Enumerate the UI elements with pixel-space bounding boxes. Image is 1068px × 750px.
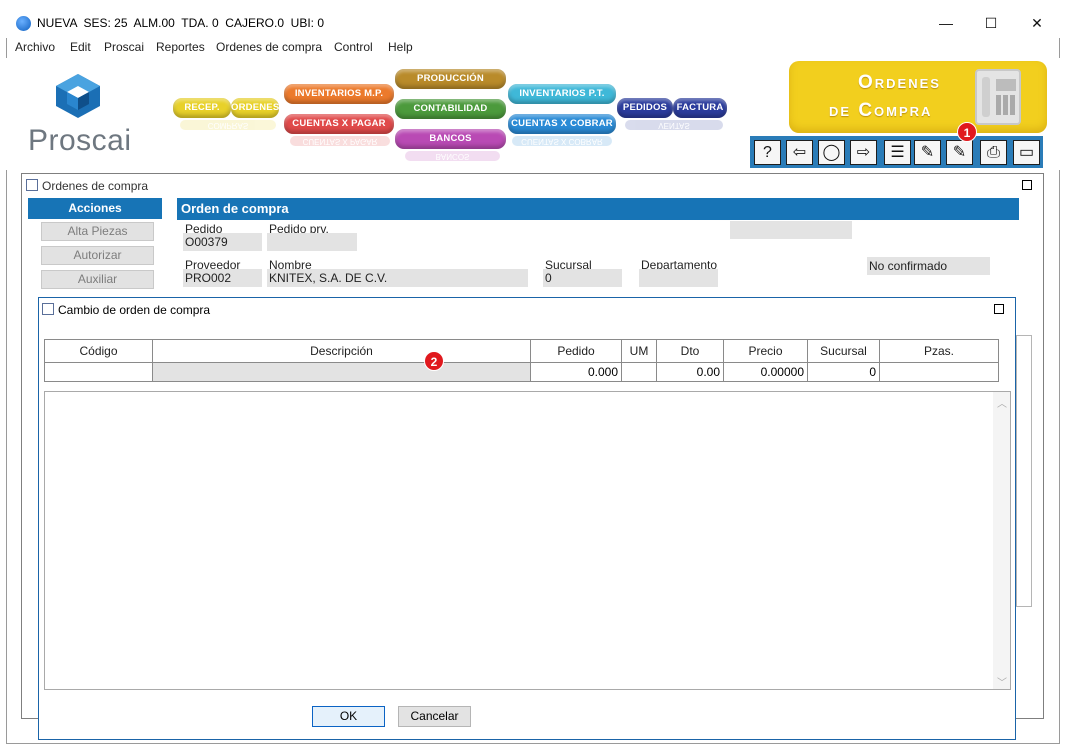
- telephone-icon: [975, 69, 1021, 125]
- edit-icon[interactable]: ✎: [946, 140, 973, 165]
- bancos-reflection: BANCOS: [405, 151, 500, 161]
- list-icon[interactable]: ☰: [884, 140, 911, 165]
- menu-control[interactable]: Control: [334, 40, 373, 54]
- module-inventarios-mp-button[interactable]: INVENTARIOS M.P.: [284, 84, 394, 104]
- ventas-reflection: VENTAS: [625, 120, 723, 130]
- cell-descripcion[interactable]: [152, 362, 531, 382]
- col-codigo: Código: [44, 339, 153, 363]
- cell-pedido[interactable]: 0.000: [530, 362, 622, 382]
- window-icon[interactable]: ▭: [1013, 140, 1040, 165]
- callout-badge-1: 1: [957, 122, 977, 142]
- cuentas-pagar-reflection: CUENTAS X PAGAR: [290, 136, 390, 146]
- module-pedidos-button[interactable]: PEDIDOS: [617, 98, 673, 118]
- ok-button[interactable]: OK: [312, 706, 385, 727]
- scroll-down-icon[interactable]: ﹀: [997, 674, 1007, 689]
- cell-um[interactable]: [621, 362, 657, 382]
- blank-field: [730, 221, 852, 239]
- menu-bar: Archivo Edit Proscai Reportes Ordenes de…: [6, 38, 1060, 58]
- dialog-maximize-icon[interactable]: [994, 304, 1004, 314]
- proveedor-field[interactable]: PRO002: [183, 269, 262, 287]
- pedido-field[interactable]: O00379: [183, 233, 262, 251]
- status-field: No confirmado: [867, 257, 990, 275]
- module-cuentas-pagar-button[interactable]: CUENTAS X PAGAR: [284, 114, 394, 134]
- cell-precio[interactable]: 0.00000: [723, 362, 808, 382]
- background-list-scrollbar: [1016, 335, 1032, 607]
- compras-reflection: COMPRAS: [180, 120, 276, 130]
- edit-list-icon[interactable]: ✎: [914, 140, 941, 165]
- minimize-button[interactable]: —: [931, 12, 961, 34]
- dialog-title: Cambio de orden de compra: [58, 303, 211, 317]
- module-ordenes-button[interactable]: ORDENES: [231, 98, 279, 118]
- auxiliar-button[interactable]: Auxiliar: [41, 270, 154, 289]
- table-header-row: Código Descripción Pedido UM Dto Precio …: [44, 339, 999, 363]
- menu-help[interactable]: Help: [388, 40, 413, 54]
- cancel-button[interactable]: Cancelar: [398, 706, 471, 727]
- menu-proscai[interactable]: Proscai: [104, 40, 144, 54]
- close-button[interactable]: ✕: [1022, 12, 1052, 34]
- module-recep-button[interactable]: RECEP.: [173, 98, 231, 118]
- module-bancos-button[interactable]: BANCOS: [395, 129, 506, 149]
- table-row: 0.000 0.00 0.00000 0: [44, 362, 999, 382]
- col-sucursal: Sucursal: [807, 339, 880, 363]
- menu-ordenes-de-compra[interactable]: Ordenes de compra: [216, 40, 322, 54]
- print-icon[interactable]: ⎙: [980, 140, 1007, 165]
- window-title: NUEVA SES: 25 ALM.00 TDA. 0 CAJERO.0 UBI…: [37, 16, 325, 30]
- cuentas-cobrar-reflection: CUENTAS X COBRAR: [512, 136, 612, 146]
- module-cuentas-cobrar-button[interactable]: CUENTAS X COBRAR: [508, 114, 616, 134]
- col-um: UM: [621, 339, 657, 363]
- cell-codigo[interactable]: [44, 362, 153, 382]
- departamento-field[interactable]: [639, 269, 718, 287]
- col-descripcion: Descripción: [152, 339, 531, 363]
- module-factura-button[interactable]: FACTURA: [673, 98, 727, 118]
- col-pedido: Pedido: [530, 339, 622, 363]
- menu-archivo[interactable]: Archivo: [15, 40, 55, 54]
- cell-dto[interactable]: 0.00: [656, 362, 724, 382]
- actions-header: Acciones: [28, 198, 162, 219]
- globe-icon: [16, 16, 31, 31]
- items-list-area[interactable]: [44, 391, 1011, 690]
- module-produccion-button[interactable]: PRODUCCIÓN: [395, 69, 506, 89]
- title-bar: NUEVA SES: 25 ALM.00 TDA. 0 CAJERO.0 UBI…: [6, 6, 1060, 38]
- maximize-button[interactable]: ☐: [976, 12, 1006, 34]
- list-scrollbar[interactable]: [993, 392, 1010, 689]
- callout-badge-2: 2: [424, 351, 444, 371]
- inner-window-title: Ordenes de compra: [42, 179, 149, 193]
- search-icon[interactable]: ◯: [818, 140, 845, 165]
- dialog-checkbox-icon: [42, 303, 54, 315]
- maximize-icon[interactable]: [1022, 180, 1032, 190]
- menu-edit[interactable]: Edit: [70, 40, 91, 54]
- autorizar-button[interactable]: Autorizar: [41, 246, 154, 265]
- form-header: Orden de compra: [177, 198, 1019, 220]
- back-arrow-icon[interactable]: ⇦: [786, 140, 813, 165]
- cell-pzas[interactable]: [879, 362, 999, 382]
- menu-reportes[interactable]: Reportes: [156, 40, 205, 54]
- section-title-line2: de Compra: [829, 100, 933, 121]
- col-dto: Dto: [656, 339, 724, 363]
- nombre-field[interactable]: KNITEX, S.A. DE C.V.: [267, 269, 528, 287]
- scroll-up-icon[interactable]: ︿: [997, 395, 1007, 410]
- col-precio: Precio: [723, 339, 808, 363]
- sucursal-field[interactable]: 0: [543, 269, 622, 287]
- proscai-logo-text: Proscai: [28, 124, 132, 157]
- window-checkbox-icon: [26, 179, 38, 191]
- pedido-prv-field[interactable]: [267, 233, 357, 251]
- items-table: Código Descripción Pedido UM Dto Precio …: [44, 339, 999, 382]
- proscai-logo-icon: [56, 74, 100, 118]
- cell-sucursal[interactable]: 0: [807, 362, 880, 382]
- module-contabilidad-button[interactable]: CONTABILIDAD: [395, 99, 506, 119]
- help-icon[interactable]: ?: [754, 140, 781, 165]
- alta-piezas-button[interactable]: Alta Piezas: [41, 222, 154, 241]
- module-inventarios-pt-button[interactable]: INVENTARIOS P.T.: [508, 84, 616, 104]
- forward-arrow-icon[interactable]: ⇨: [850, 140, 877, 165]
- section-title-line1: Ordenes: [858, 72, 941, 93]
- col-pzas: Pzas.: [879, 339, 999, 363]
